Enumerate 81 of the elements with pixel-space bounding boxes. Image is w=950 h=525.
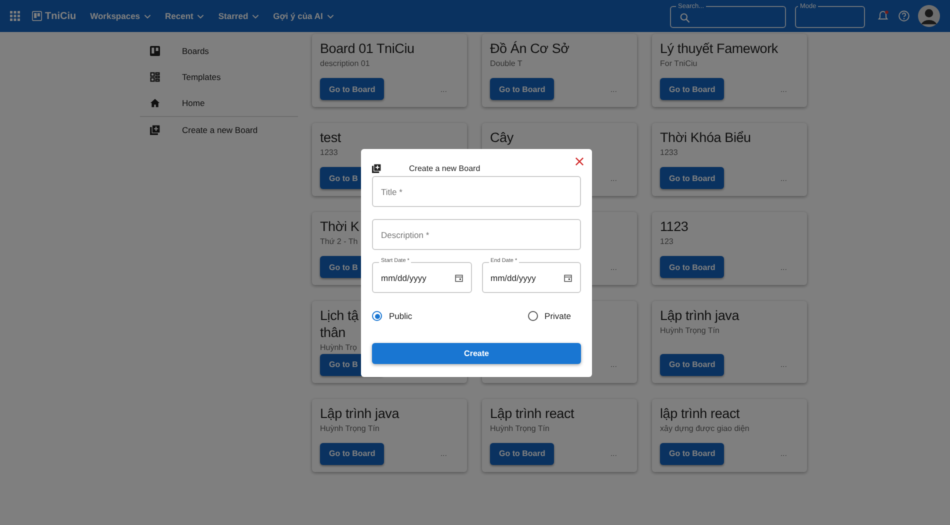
board-title: Lập trình react bbox=[490, 406, 574, 423]
board-title: Cây bbox=[490, 130, 514, 147]
app-name[interactable]: TniCiu bbox=[45, 10, 76, 22]
menu-dropdown[interactable]: Recent bbox=[161, 11, 208, 21]
text-field[interactable]: Title * bbox=[372, 176, 581, 207]
go-to-board-button[interactable]: Go to Board bbox=[320, 442, 384, 465]
board-title: test bbox=[320, 130, 341, 147]
templates-icon bbox=[150, 72, 160, 82]
go-to-board-button[interactable]: Go to Board bbox=[320, 78, 384, 100]
board-description: Double T bbox=[490, 58, 522, 68]
board-title: lập trình react bbox=[660, 406, 740, 423]
avatar[interactable] bbox=[918, 5, 940, 27]
board-description: Huỳnh Trọng Tín bbox=[490, 424, 550, 433]
board-description: xây dựng được giao diện bbox=[660, 424, 750, 433]
more-options[interactable]: ... bbox=[780, 360, 787, 370]
more-options[interactable]: ... bbox=[610, 84, 617, 94]
board-description: 1233 bbox=[320, 148, 338, 157]
board-description: Huỳnh Trọ bbox=[320, 342, 357, 352]
more-options[interactable]: ... bbox=[780, 262, 787, 272]
more-options[interactable]: ... bbox=[610, 360, 617, 370]
radio-option[interactable]: Public bbox=[372, 311, 412, 321]
chevron-down-icon bbox=[252, 14, 260, 18]
board-title: Lập trình java bbox=[660, 308, 740, 325]
board-description: Huỳnh Trọng Tín bbox=[320, 424, 380, 433]
board-description: For TniCiu bbox=[660, 58, 698, 68]
go-to-board-button[interactable]: Go to Board bbox=[490, 442, 554, 465]
board-title: 1123 bbox=[660, 219, 688, 236]
board-description: description 01 bbox=[320, 58, 370, 68]
board-icon bbox=[32, 11, 42, 21]
board-title: Lập trình java bbox=[320, 406, 400, 423]
board-icon bbox=[150, 46, 160, 56]
board-description: 123 bbox=[660, 236, 674, 246]
chevron-down-icon bbox=[326, 14, 334, 18]
date-value: mm/dd/yyyy bbox=[381, 272, 428, 282]
more-options[interactable]: ... bbox=[610, 174, 617, 182]
menu-dropdown[interactable]: Workspaces bbox=[86, 11, 156, 21]
go-to-board-button[interactable]: Go to Board bbox=[660, 78, 724, 100]
more-options[interactable]: ... bbox=[440, 84, 447, 94]
board-description: Huỳnh Trọng Tín bbox=[660, 326, 720, 335]
more-options[interactable]: ... bbox=[780, 449, 787, 458]
search-icon bbox=[680, 12, 690, 22]
text-field[interactable]: Description * bbox=[372, 219, 581, 250]
create-button[interactable]: Create bbox=[372, 343, 581, 364]
bell-icon[interactable] bbox=[877, 10, 889, 22]
sidebar-item[interactable]: Home bbox=[140, 90, 298, 116]
calendar-icon[interactable] bbox=[454, 274, 462, 282]
board-description: Thứ 2 - Th bbox=[320, 236, 358, 246]
board-title: Lý thuyết Famework bbox=[660, 41, 778, 58]
more-options[interactable]: ... bbox=[780, 84, 787, 94]
board-title: Đồ Án Cơ Sở bbox=[490, 41, 570, 58]
go-to-board-button[interactable]: Go to Board bbox=[660, 167, 724, 189]
home-icon bbox=[150, 98, 160, 108]
add-board-icon bbox=[150, 125, 160, 135]
apps-grid-icon[interactable] bbox=[10, 11, 20, 21]
date-value: mm/dd/yyyy bbox=[490, 272, 537, 282]
help-icon[interactable] bbox=[898, 10, 910, 22]
chevron-down-icon bbox=[144, 14, 152, 18]
sidebar-item[interactable]: Boards bbox=[140, 38, 298, 64]
radio-option[interactable]: Private bbox=[528, 311, 571, 321]
board-title: Thời K bbox=[320, 219, 360, 236]
board-title: Lịch tậ thân bbox=[320, 308, 358, 342]
go-to-board-button[interactable]: Go to Board bbox=[660, 354, 724, 376]
board-title: Board 01 TniCiu bbox=[320, 41, 414, 58]
go-to-board-button[interactable]: Go to Board bbox=[660, 256, 724, 278]
chevron-down-icon bbox=[197, 14, 204, 18]
menu-dropdown[interactable]: Gợi ý của AI bbox=[269, 11, 338, 21]
more-options[interactable]: ... bbox=[610, 262, 617, 272]
board-description: 1233 bbox=[660, 148, 678, 157]
calendar-icon[interactable] bbox=[564, 274, 572, 282]
close-icon[interactable] bbox=[575, 157, 584, 166]
more-options[interactable]: ... bbox=[440, 449, 447, 458]
board-title: Thời Khóa Biểu bbox=[660, 130, 751, 147]
sidebar-item[interactable]: Templates bbox=[140, 64, 298, 90]
dialog-title: Create a new Board bbox=[409, 164, 480, 172]
go-to-board-button[interactable]: Go to Board bbox=[660, 442, 724, 465]
menu-dropdown[interactable]: Starred bbox=[214, 11, 264, 21]
go-to-board-button[interactable]: Go to Board bbox=[490, 78, 554, 100]
more-options[interactable]: ... bbox=[780, 174, 787, 182]
add-board-icon bbox=[372, 164, 381, 172]
sidebar-item[interactable]: Create a new Board bbox=[140, 117, 298, 143]
more-options[interactable]: ... bbox=[610, 449, 617, 458]
